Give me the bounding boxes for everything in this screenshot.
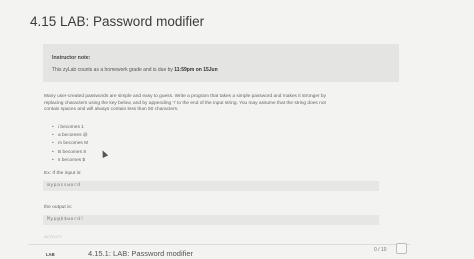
instructor-note-text: This zyLab counts as a homework grade an… — [52, 67, 218, 73]
list-item: i becomes 1 — [52, 124, 88, 132]
example-output-label: the output is: — [44, 205, 73, 210]
lab-page: 4.15 LAB: Password modifier Instructor n… — [0, 0, 474, 258]
page-title: 4.15 LAB: Password modifier — [30, 14, 205, 29]
mouse-cursor-icon — [99, 149, 109, 158]
example-input-value: mypassword — [47, 183, 81, 188]
list-item: m becomes M — [52, 140, 88, 148]
example-input-label: Ex: If the input is: — [44, 171, 82, 176]
lab-badge: LAB — [46, 252, 55, 257]
description-line: Many user-created passwords are simple a… — [44, 94, 326, 99]
example-output-box: Myp@$$word! — [43, 215, 379, 225]
instructor-note: Instructor note: This zyLab counts as a … — [43, 44, 399, 82]
lab-activity-bar[interactable]: LAB 4.15.1: LAB: Password modifier — [28, 244, 410, 259]
list-item: a becomes @ — [52, 132, 88, 140]
list-item: B becomes 8 — [52, 149, 88, 157]
description-line: contain spaces and will always contain l… — [44, 107, 179, 113]
instructor-note-prefix: This zyLab counts as a homework grade an… — [52, 67, 175, 73]
example-input-box: mypassword — [43, 181, 379, 191]
score-text: 0 / 10 — [374, 247, 387, 253]
instructor-note-due: 11:59pm on 15Jun — [174, 67, 218, 73]
instructor-note-heading: Instructor note: — [52, 55, 91, 61]
list-item: s becomes $ — [52, 157, 88, 165]
activity-label: ACTIVITY — [44, 234, 63, 239]
lab-description: Many user-created passwords are simple a… — [44, 94, 384, 114]
activity-title: 4.15.1: LAB: Password modifier — [88, 249, 194, 258]
completion-checkbox — [396, 243, 407, 254]
replacement-key-list: i becomes 1 a becomes @ m becomes M B be… — [52, 124, 88, 165]
example-output-value: Myp@$$word! — [47, 217, 85, 222]
